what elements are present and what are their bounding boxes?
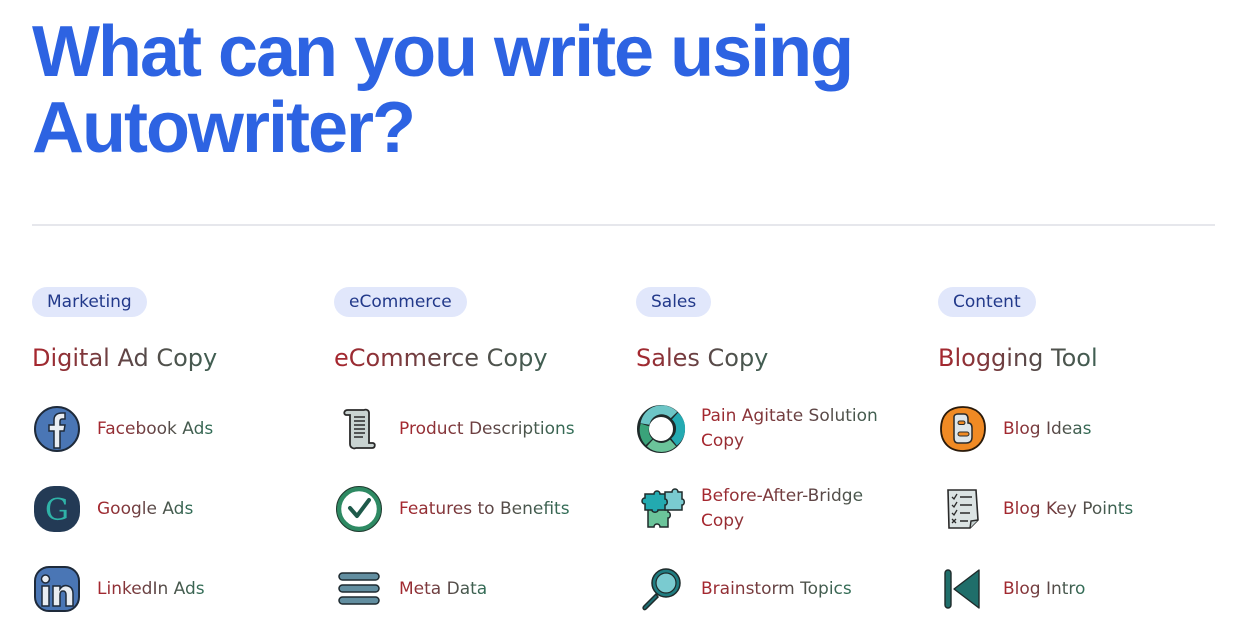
tool-label: LinkedIn Ads bbox=[97, 577, 205, 602]
page-title: What can you write using Autowriter? bbox=[32, 12, 854, 168]
google-icon: G bbox=[32, 484, 82, 534]
menu-lines-icon bbox=[334, 564, 384, 614]
skip-back-icon bbox=[938, 564, 988, 614]
category-tag[interactable]: Sales bbox=[636, 287, 712, 317]
category-title: eCommerce Copy bbox=[334, 341, 548, 375]
tool-list: Pain Agitate Solution Copy Before-After-… bbox=[636, 401, 938, 617]
check-circle-icon bbox=[334, 484, 384, 534]
cycle-arrows-icon bbox=[636, 404, 686, 454]
category-tag[interactable]: Content bbox=[938, 287, 1036, 317]
tool-list: Blog Ideas Blog Key Points Blog Intro bbox=[938, 401, 1240, 617]
tool-label: Before-After-Bridge Copy bbox=[701, 484, 911, 534]
tool-pain-agitate-solution[interactable]: Pain Agitate Solution Copy bbox=[636, 401, 938, 457]
facebook-icon bbox=[32, 404, 82, 454]
blogger-icon bbox=[938, 404, 988, 454]
tool-meta-data[interactable]: Meta Data bbox=[334, 561, 636, 617]
tool-before-after-bridge[interactable]: Before-After-Bridge Copy bbox=[636, 481, 938, 537]
category-content: Content Blogging Tool Blog Ideas Blog Ke… bbox=[938, 287, 1240, 641]
linkedin-icon bbox=[32, 564, 82, 614]
tool-facebook-ads[interactable]: Facebook Ads bbox=[32, 401, 334, 457]
scroll-icon bbox=[334, 404, 384, 454]
category-title: Blogging Tool bbox=[938, 341, 1098, 375]
category-sales: Sales Sales Copy Pain Agitate Solution C… bbox=[636, 287, 938, 641]
tool-label: Features to Benefits bbox=[399, 497, 570, 522]
magnifier-icon bbox=[636, 564, 686, 614]
tool-product-descriptions[interactable]: Product Descriptions bbox=[334, 401, 636, 457]
category-title: Digital Ad Copy bbox=[32, 341, 217, 375]
tool-label: Blog Ideas bbox=[1003, 417, 1092, 442]
category-marketing: Marketing Digital Ad Copy Facebook Ads G… bbox=[32, 287, 334, 641]
tool-label: Brainstorm Topics bbox=[701, 577, 852, 602]
tool-label: Product Descriptions bbox=[399, 417, 575, 442]
tool-google-ads[interactable]: G Google Ads bbox=[32, 481, 334, 537]
tool-list: Facebook Ads G Google Ads LinkedIn Ads bbox=[32, 401, 334, 617]
tool-blog-ideas[interactable]: Blog Ideas bbox=[938, 401, 1240, 457]
tool-label: Facebook Ads bbox=[97, 417, 213, 442]
checklist-icon bbox=[938, 484, 988, 534]
tool-label: Pain Agitate Solution Copy bbox=[701, 404, 911, 454]
category-tag[interactable]: Marketing bbox=[32, 287, 147, 317]
tool-label: Blog Key Points bbox=[1003, 497, 1133, 522]
category-title: Sales Copy bbox=[636, 341, 768, 375]
tool-label: Meta Data bbox=[399, 577, 487, 602]
tool-list: Product Descriptions Features to Benefit… bbox=[334, 401, 636, 617]
tool-blog-key-points[interactable]: Blog Key Points bbox=[938, 481, 1240, 537]
tool-linkedin-ads[interactable]: LinkedIn Ads bbox=[32, 561, 334, 617]
tool-blog-intro[interactable]: Blog Intro bbox=[938, 561, 1240, 617]
category-ecommerce: eCommerce eCommerce Copy Product Descrip… bbox=[334, 287, 636, 641]
divider bbox=[32, 224, 1215, 226]
puzzle-icon bbox=[636, 484, 686, 534]
tool-brainstorm-topics[interactable]: Brainstorm Topics bbox=[636, 561, 938, 617]
tool-features-to-benefits[interactable]: Features to Benefits bbox=[334, 481, 636, 537]
tool-label: Google Ads bbox=[97, 497, 193, 522]
categories-grid: Marketing Digital Ad Copy Facebook Ads G… bbox=[32, 287, 1242, 641]
svg-text:G: G bbox=[45, 493, 69, 528]
tool-label: Blog Intro bbox=[1003, 577, 1085, 602]
category-tag[interactable]: eCommerce bbox=[334, 287, 467, 317]
